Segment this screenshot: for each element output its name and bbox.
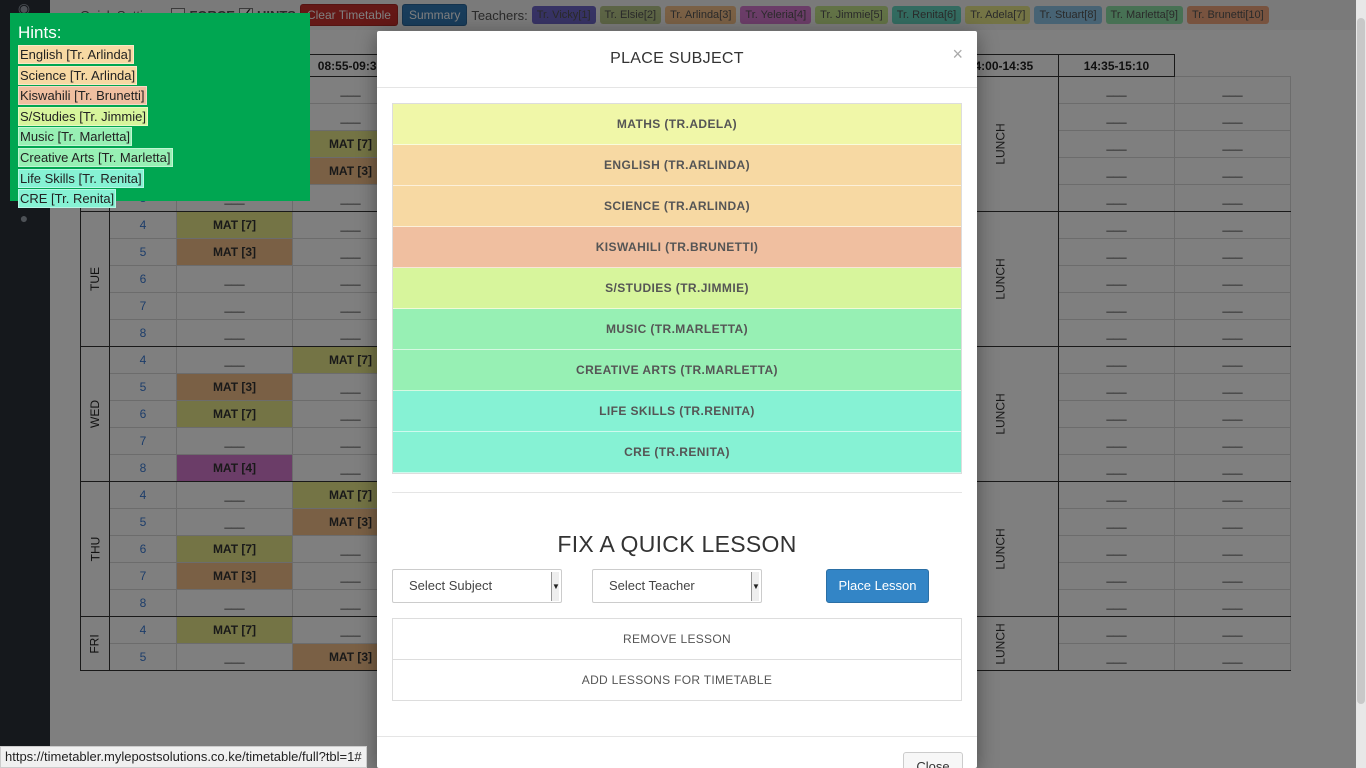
add-lessons-button[interactable]: ADD LESSONS FOR TIMETABLE [392,659,962,701]
hint-item: Kiswahili [Tr. Brunetti] [18,86,147,106]
place-subject-modal: PLACE SUBJECT × MATHS (TR.ADELA) ENGLISH … [377,31,977,768]
subject-option[interactable]: LIFE SKILLS (TR.RENITA) [393,391,961,432]
chevron-down-icon: ▼ [751,572,760,601]
subject-option[interactable]: ENGLISH (TR.ARLINDA) [393,145,961,186]
hint-item: Creative Arts [Tr. Marletta] [18,147,173,167]
subject-option[interactable]: KISWAHILI (TR.BRUNETTI) [393,227,961,268]
close-icon[interactable]: × [952,44,963,65]
subject-option[interactable]: SCIENCE (TR.ARLINDA) [393,186,961,227]
hint-item: Music [Tr. Marletta] [18,127,133,147]
hint-item: Life Skills [Tr. Renita] [18,168,144,188]
hint-item: S/Studies [Tr. Jimmie] [18,106,148,126]
subject-option[interactable]: CRE (TR.RENITA) [393,432,961,473]
hint-list: English [Tr. Arlinda] Science [Tr. Arlind… [18,45,302,210]
quick-lesson-title: FIX A QUICK LESSON [557,531,797,557]
place-lesson-button[interactable]: Place Lesson [826,569,929,603]
subject-option[interactable]: MATHS (TR.ADELA) [393,104,961,145]
subject-list: MATHS (TR.ADELA) ENGLISH (TR.ARLINDA) SCIE… [392,103,962,474]
select-subject-dropdown[interactable]: Select Subject ▼ [392,569,562,603]
hints-title: Hints: [18,23,62,42]
divider [392,492,962,493]
subject-option[interactable]: CREATIVE ARTS (TR.MARLETTA) [393,350,961,391]
select-teacher-value: Select Teacher [609,578,695,593]
hint-item: Science [Tr. Arlinda] [18,65,138,85]
close-button[interactable]: Close [903,752,963,768]
subject-option[interactable]: S/STUDIES (TR.JIMMIE) [393,268,961,309]
select-subject-value: Select Subject [409,578,493,593]
modal-footer-divider [377,736,977,737]
subject-option[interactable]: MUSIC (TR.MARLETTA) [393,309,961,350]
remove-lesson-button[interactable]: REMOVE LESSON [392,618,962,660]
status-bar-url: https://timetabler.mylepostsolutions.co.… [0,746,367,768]
hints-panel: Hints: English [Tr. Arlinda] Science [Tr.… [10,13,310,209]
chevron-down-icon: ▼ [551,572,560,601]
page-scrollbar[interactable] [1356,0,1366,768]
scrollbar-thumb[interactable] [1357,18,1365,704]
hint-item: English [Tr. Arlinda] [18,45,134,64]
modal-header: PLACE SUBJECT × [377,31,977,88]
select-teacher-dropdown[interactable]: Select Teacher ▼ [592,569,762,603]
modal-title: PLACE SUBJECT [610,50,744,67]
hint-item: CRE [Tr. Renita] [18,189,117,209]
